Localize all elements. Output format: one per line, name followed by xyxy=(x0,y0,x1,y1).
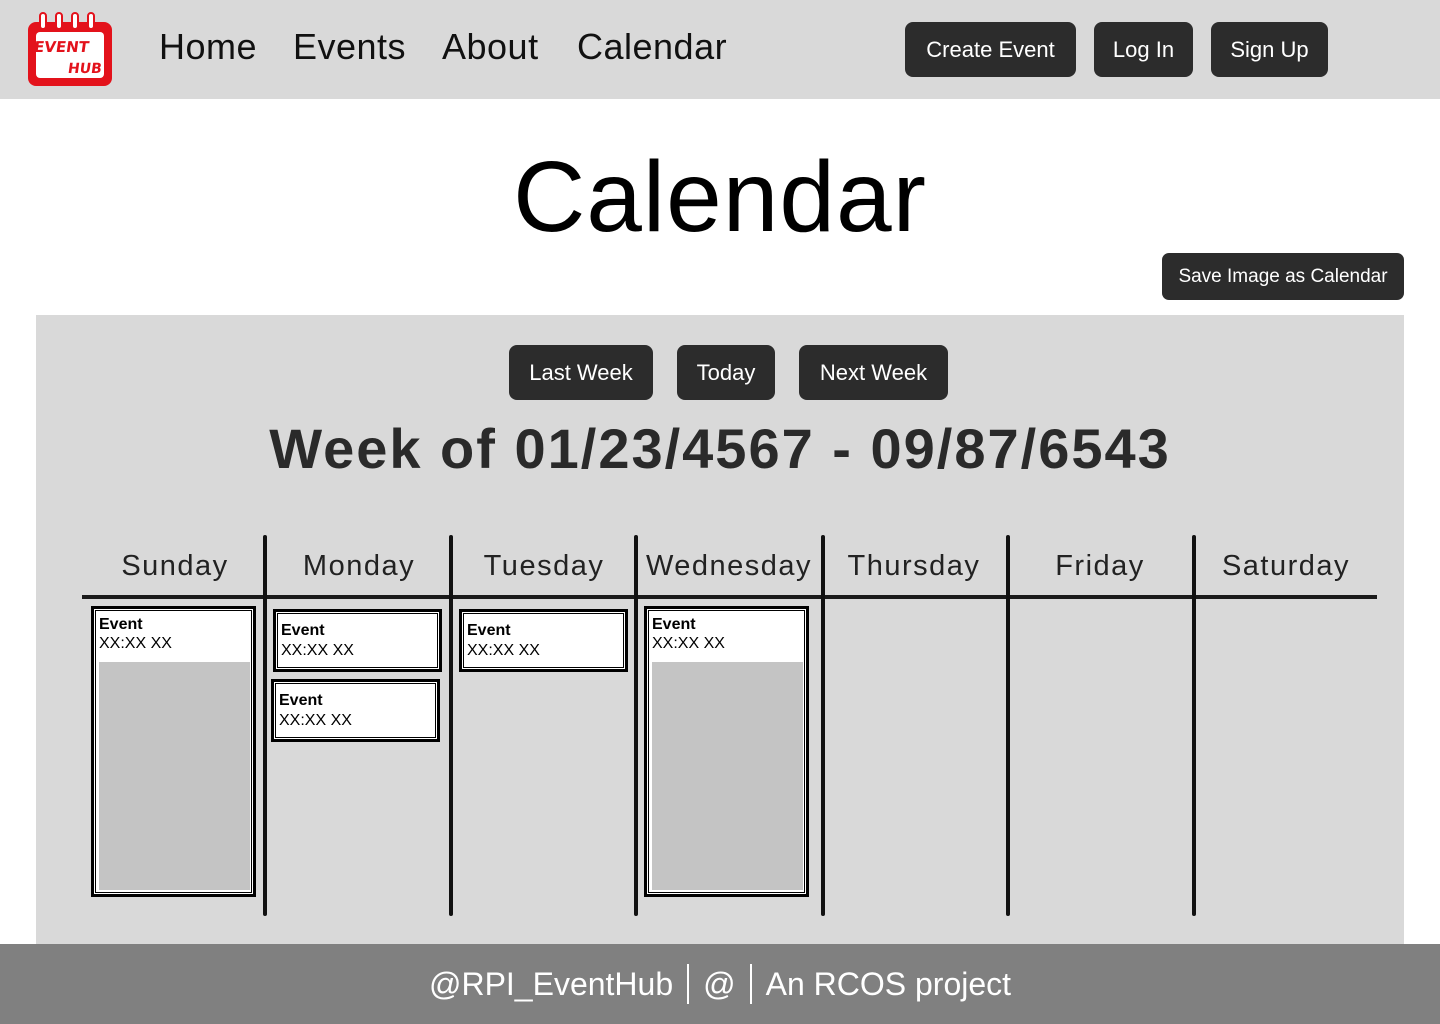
page-title: Calendar xyxy=(513,141,927,253)
nav-events[interactable]: Events xyxy=(293,26,406,68)
create-event-button[interactable]: Create Event xyxy=(905,22,1076,77)
save-image-button[interactable]: Save Image as Calendar xyxy=(1162,253,1404,300)
event-image-placeholder xyxy=(652,662,803,890)
day-header-sunday: Sunday xyxy=(121,550,229,582)
column-divider xyxy=(1006,535,1010,916)
event-name: Event xyxy=(99,616,143,633)
day-header-thursday: Thursday xyxy=(847,550,981,582)
next-week-button[interactable]: Next Week xyxy=(799,345,948,400)
event-name: Event xyxy=(281,622,325,639)
top-nav-bar: EVENT HUB Home Events About Calendar Cre… xyxy=(0,0,1440,99)
event-time: XX:XX XX xyxy=(281,642,354,659)
event-card-sunday[interactable]: Event XX:XX XX xyxy=(91,606,256,897)
day-header-saturday: Saturday xyxy=(1221,550,1351,582)
day-header-tuesday: Tuesday xyxy=(483,550,605,582)
today-button[interactable]: Today xyxy=(677,345,775,400)
sign-up-button[interactable]: Sign Up xyxy=(1211,22,1328,77)
event-hub-logo[interactable]: EVENT HUB xyxy=(26,12,114,88)
column-divider xyxy=(1192,535,1196,916)
event-name: Event xyxy=(279,692,323,709)
column-divider xyxy=(449,535,453,916)
event-image-placeholder xyxy=(99,662,250,890)
nav-calendar[interactable]: Calendar xyxy=(577,26,727,68)
day-header-wednesday: Wednesday xyxy=(645,550,813,582)
day-header-divider xyxy=(82,595,1377,599)
log-in-button[interactable]: Log In xyxy=(1094,22,1193,77)
day-header-monday: Monday xyxy=(302,550,416,582)
svg-text:HUB: HUB xyxy=(67,61,103,77)
footer: @RPI_EventHub @ An RCOS project xyxy=(0,944,1440,1024)
footer-separator xyxy=(687,964,690,1004)
event-card-wednesday[interactable]: Event XX:XX XX xyxy=(644,606,809,897)
event-name: Event xyxy=(652,616,696,633)
event-time: XX:XX XX xyxy=(99,635,172,652)
event-name: Event xyxy=(467,622,511,639)
column-divider xyxy=(634,535,638,916)
column-divider xyxy=(263,535,267,916)
last-week-button[interactable]: Last Week xyxy=(509,345,653,400)
svg-text:EVENT: EVENT xyxy=(33,38,91,56)
event-card-monday-2[interactable]: Event XX:XX XX xyxy=(271,679,440,742)
footer-handle-link[interactable]: @RPI_EventHub xyxy=(429,966,673,1003)
footer-at-link[interactable]: @ xyxy=(703,966,735,1003)
event-card-tuesday[interactable]: Event XX:XX XX xyxy=(459,609,628,672)
column-divider xyxy=(821,535,825,916)
footer-separator xyxy=(749,964,752,1004)
event-time: XX:XX XX xyxy=(652,635,725,652)
event-time: XX:XX XX xyxy=(279,712,352,729)
event-time: XX:XX XX xyxy=(467,642,540,659)
day-header-friday: Friday xyxy=(1055,550,1145,582)
footer-tagline: An RCOS project xyxy=(765,965,1012,1002)
week-range-title: Week of 01/23/4567 - 09/87/6543 xyxy=(269,417,1171,480)
nav-about[interactable]: About xyxy=(442,26,539,68)
nav-home[interactable]: Home xyxy=(159,26,257,68)
event-card-monday-1[interactable]: Event XX:XX XX xyxy=(273,609,442,672)
